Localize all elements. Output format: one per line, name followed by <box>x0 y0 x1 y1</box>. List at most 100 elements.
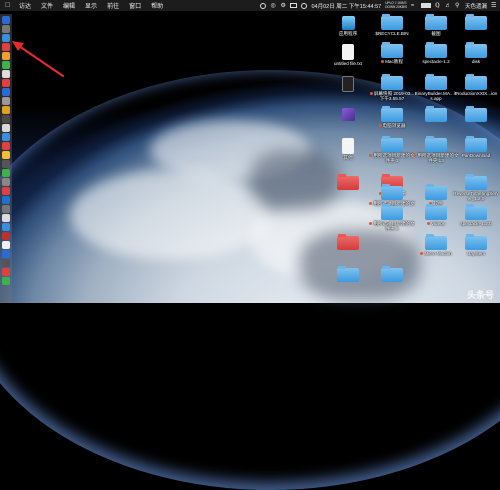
menu-edit[interactable]: 编辑 <box>63 1 75 10</box>
desktop-item[interactable]: ProductionXXtX...ion <box>453 74 499 96</box>
desktop-item-label: PanDownload <box>453 153 499 158</box>
dock-app-icon[interactable] <box>2 61 10 69</box>
menu-window[interactable]: 窗口 <box>129 1 141 10</box>
apple-menu-icon[interactable]:  <box>5 2 13 9</box>
dock-app-icon[interactable] <box>2 241 10 249</box>
dock-app-icon[interactable] <box>2 196 10 204</box>
folder-icon <box>465 174 487 190</box>
folder-icon <box>425 42 447 58</box>
gear-icon[interactable]: ⚙ <box>280 3 286 9</box>
status-area: ◎ ⚙ 04月02日 周二 下午15:44:57 UPLO 7.1KB/S DO… <box>260 0 497 11</box>
eye-icon[interactable]: ◎ <box>270 3 276 9</box>
folder-icon <box>465 234 487 250</box>
desktop-item[interactable] <box>325 234 371 251</box>
desktop-item-text: PanDownload <box>461 153 491 158</box>
dock-app-icon[interactable] <box>2 250 10 258</box>
dock <box>0 14 12 303</box>
dock-app-icon[interactable] <box>2 115 10 123</box>
dock-app-icon[interactable] <box>2 169 10 177</box>
dock-app-icon[interactable] <box>2 160 10 168</box>
desktop-item-text: BinaryBuilder.MA...ios.app <box>414 91 458 102</box>
spotlight-icon[interactable]: ⚲ <box>455 3 461 9</box>
desktop-item[interactable]: ReverseTotheringServer_1.2.0 <box>453 174 499 202</box>
folder-icon <box>381 14 403 30</box>
desktop-item[interactable]: PanDownload <box>453 136 499 158</box>
desktop-item-label: 用所选项目新建的文件夹 3 <box>369 153 415 163</box>
volume-icon[interactable]: ♬ <box>445 3 451 9</box>
desktop-item[interactable]: Mac教程 <box>369 42 415 64</box>
desktop-item[interactable] <box>453 14 499 31</box>
desktop-item[interactable]: 应用程序 <box>325 16 371 36</box>
folder-icon <box>425 136 447 152</box>
desktop-item[interactable] <box>325 174 371 191</box>
desktop-item[interactable] <box>369 266 415 283</box>
dock-app-icon[interactable] <box>2 223 10 231</box>
tag-dot-icon <box>369 154 373 158</box>
desktop-item[interactable] <box>325 108 371 122</box>
desktop-item[interactable]: 软件 <box>413 184 459 206</box>
folder-icon <box>465 106 487 122</box>
dock-app-icon[interactable] <box>2 106 10 114</box>
dock-app-icon[interactable] <box>2 205 10 213</box>
red-folder-icon <box>337 234 359 250</box>
desktop-item-text: Micro Machin <box>424 251 452 256</box>
dock-app-icon[interactable] <box>2 268 10 276</box>
menu-go[interactable]: 前往 <box>107 1 119 10</box>
dock-app-icon[interactable] <box>2 187 10 195</box>
desktop-item[interactable]: untitled file.txt <box>325 44 371 66</box>
dock-app-icon[interactable] <box>2 232 10 240</box>
dock-app-icon[interactable] <box>2 70 10 78</box>
dock-app-icon[interactable] <box>2 133 10 141</box>
desktop-item[interactable] <box>325 76 371 93</box>
dock-app-icon[interactable] <box>2 97 10 105</box>
desktop-item[interactable]: 电脑浏览器 <box>369 106 415 128</box>
desktop-item-text: 其他 <box>343 155 353 160</box>
wifi-icon[interactable]: ≈ <box>411 3 417 9</box>
folder-icon <box>381 74 403 90</box>
dock-app-icon[interactable] <box>2 214 10 222</box>
menu-file[interactable]: 文件 <box>41 1 53 10</box>
desktop-item-label: 用所选项目新建的文件夹 5 <box>369 221 415 231</box>
desktop-item[interactable]: 其他 <box>325 138 371 160</box>
desktop-item-text: ReverseTotheringServer_1.2.0 <box>453 191 499 202</box>
time-machine-icon[interactable] <box>301 2 308 9</box>
folder-icon <box>381 42 403 58</box>
desktop-item-text: Videos <box>431 221 445 226</box>
menubar-date-time[interactable]: 04月02日 周二 下午15:44:57 <box>311 2 381 10</box>
desktop-item[interactable]: Uaystem <box>453 234 499 256</box>
menu-finder[interactable]: 访达 <box>19 1 31 10</box>
network-speed[interactable]: UPLO 7.1KB/S DOWN 20KB/S <box>385 2 407 8</box>
dock-app-icon[interactable] <box>2 16 10 24</box>
desktop-item-label: spectacle-1.2.0 <box>453 221 499 226</box>
desktop-item[interactable]: 屏幕快照 2019-03... 下午3.55.57 <box>369 74 415 101</box>
menu-view[interactable]: 显示 <box>85 1 97 10</box>
display-icon[interactable] <box>290 3 298 8</box>
dock-app-icon[interactable] <box>2 151 10 159</box>
menu-help[interactable]: 帮助 <box>151 1 163 10</box>
dock-app-icon[interactable] <box>2 259 10 267</box>
weather-text[interactable]: 天色遗漏 <box>465 2 487 10</box>
desktop-item-label: 截图 <box>413 31 459 36</box>
dock-app-icon[interactable] <box>2 43 10 51</box>
dock-app-icon[interactable] <box>2 178 10 186</box>
dock-app-icon[interactable] <box>2 88 10 96</box>
desktop-item[interactable] <box>453 106 499 123</box>
battery-icon[interactable] <box>420 3 431 8</box>
dock-app-icon[interactable] <box>2 124 10 132</box>
desktop-item[interactable]: disk <box>453 42 499 64</box>
dock-app-icon[interactable] <box>2 79 10 87</box>
dock-app-icon[interactable] <box>2 34 10 42</box>
notification-center-icon[interactable]: ☰ <box>491 3 497 9</box>
desktop-item[interactable]: 用所选项目新建的文件夹 5 <box>369 204 415 231</box>
dock-app-icon[interactable] <box>2 142 10 150</box>
desktop-item[interactable]: $RECYCLE.BIN <box>369 14 415 36</box>
bluetooth-icon[interactable]: ℚ <box>435 3 441 9</box>
dock-app-icon[interactable] <box>2 25 10 33</box>
desktop-item-text: 用所选项目新建的文件夹 3 <box>373 153 415 164</box>
dock-app-icon[interactable] <box>2 277 10 285</box>
desktop-item[interactable]: 用所选项目新建的文件夹 3 <box>369 136 415 163</box>
status-circle-icon[interactable] <box>260 2 267 9</box>
dock-app-icon[interactable] <box>2 52 10 60</box>
desktop-item[interactable] <box>325 266 371 283</box>
desktop-item[interactable]: spectacle-1.2.0 <box>453 204 499 226</box>
